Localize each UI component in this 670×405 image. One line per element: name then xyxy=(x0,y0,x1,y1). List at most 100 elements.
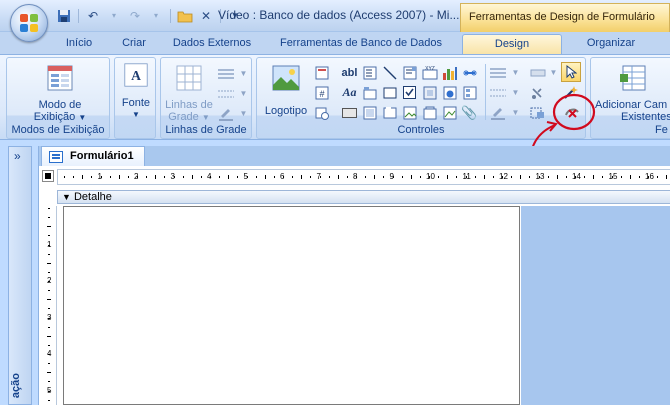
ruler-tick xyxy=(73,176,75,178)
ruler-tick xyxy=(47,226,51,228)
date-time-icon[interactable] xyxy=(313,104,330,121)
chevron-down-icon[interactable]: ▼ xyxy=(507,64,524,81)
navigation-pane[interactable]: » ação xyxy=(8,146,32,405)
expand-nav-pane-icon[interactable]: » xyxy=(14,149,21,163)
chevron-down-icon: ▼ xyxy=(78,113,87,122)
office-button[interactable] xyxy=(10,4,48,42)
app-title: Vídeo : Banco de dados (Access 2007) - M… xyxy=(218,8,460,22)
ruler-tick xyxy=(374,175,376,179)
chevron-down-icon[interactable]: ▼ xyxy=(235,85,252,102)
picture-icon xyxy=(272,65,300,91)
form-selector[interactable] xyxy=(42,170,54,182)
bound-object-icon[interactable] xyxy=(441,104,458,121)
group-views: Modo de Exibição ▼ Modos de Exibição xyxy=(6,57,110,139)
ruler-tick xyxy=(483,175,485,179)
ruler-tick xyxy=(48,308,50,310)
redo-dropdown-icon[interactable]: ▾ xyxy=(147,7,165,24)
check-box-icon[interactable] xyxy=(401,84,418,101)
option-group-icon[interactable] xyxy=(381,104,398,121)
open-folder-icon[interactable] xyxy=(176,7,194,24)
document-tab[interactable]: Formulário1 xyxy=(41,146,145,166)
insert-chart-icon[interactable] xyxy=(441,64,458,81)
web-browser-icon[interactable] xyxy=(441,84,458,101)
quick-access-toolbar: ↶ ▾ ↷ ▾ ✕ ▼ xyxy=(55,7,244,24)
tab-control-icon[interactable] xyxy=(361,84,378,101)
gridlines-button[interactable]: Linhas de Grade ▼ xyxy=(163,63,215,124)
ruler-number: 5 xyxy=(47,385,52,395)
tab-criar[interactable]: Criar xyxy=(110,34,158,54)
subform-icon[interactable] xyxy=(361,104,378,121)
ruler-number: 9 xyxy=(389,172,394,181)
ruler-tick xyxy=(48,235,50,237)
chevron-down-icon[interactable]: ▼ xyxy=(235,65,252,82)
ruler-tick xyxy=(48,344,50,346)
ruler-number: 6 xyxy=(280,172,285,181)
label-icon[interactable]: Aa xyxy=(341,84,358,101)
list-box-icon[interactable] xyxy=(361,64,378,81)
navigation-control-icon[interactable] xyxy=(461,84,478,101)
ruler-tick xyxy=(447,175,449,179)
ruler-tick xyxy=(328,176,330,178)
detail-section-canvas[interactable] xyxy=(63,206,520,405)
font-button[interactable]: A Fonte ▼ xyxy=(118,63,154,121)
outside-form-area xyxy=(521,206,670,405)
special-effect-icon[interactable] xyxy=(529,64,546,81)
hyperlink-icon[interactable] xyxy=(461,64,478,81)
undo-dropdown-icon[interactable]: ▾ xyxy=(105,7,123,24)
ruler-tick xyxy=(264,175,266,179)
ruler-tick xyxy=(401,176,403,178)
tab-organizar[interactable]: Organizar xyxy=(566,34,656,54)
close-icon[interactable]: ✕ xyxy=(197,7,215,24)
tab-ferramentas-banco-dados[interactable]: Ferramentas de Banco de Dados xyxy=(266,34,456,54)
save-icon[interactable] xyxy=(55,7,73,24)
ruler-number: 3 xyxy=(170,172,175,181)
ruler-tick xyxy=(47,299,51,301)
redo-icon[interactable]: ↷ xyxy=(126,7,144,24)
tab-inicio[interactable]: Início xyxy=(50,34,108,54)
horizontal-ruler[interactable]: 1 2 3 4 5 6 7 8 9 10 11 12 13 14 15 16 xyxy=(57,169,670,185)
line-thickness-icon[interactable] xyxy=(489,64,506,81)
group-fields: Adicionar Cam Existentes Fe xyxy=(590,57,670,139)
line-type-icon[interactable] xyxy=(217,85,234,102)
ruler-tick xyxy=(164,176,166,178)
toggle-button-icon[interactable] xyxy=(421,84,438,101)
line-color-icon[interactable] xyxy=(489,104,506,121)
form-icon xyxy=(49,151,63,163)
undo-icon[interactable]: ↶ xyxy=(84,7,102,24)
rectangle-icon[interactable] xyxy=(381,84,398,101)
section-bar-detail[interactable]: ▼ Detalhe xyxy=(57,190,670,204)
button-control-icon[interactable] xyxy=(341,104,358,121)
vertical-ruler[interactable]: 1 2 3 4 5 xyxy=(43,206,57,405)
combo-box-icon[interactable] xyxy=(401,64,418,81)
ruler-number: 8 xyxy=(353,172,358,181)
attachment-icon[interactable]: 📎 xyxy=(461,104,478,121)
ruler-tick xyxy=(155,175,157,179)
ruler-number: 14 xyxy=(572,172,581,181)
title-control-icon[interactable] xyxy=(313,64,330,81)
chevron-down-icon[interactable]: ▼ xyxy=(235,105,252,122)
textbox-icon[interactable]: abl xyxy=(341,64,358,81)
line-type-icon[interactable] xyxy=(489,84,506,101)
logo-button[interactable]: Logotipo xyxy=(261,63,311,117)
ruler-tick xyxy=(511,176,513,178)
chevron-down-icon[interactable]: ▼ xyxy=(545,64,562,81)
view-mode-button[interactable]: Modo de Exibição ▼ xyxy=(31,63,89,124)
ruler-tick xyxy=(48,326,50,328)
ruler-tick xyxy=(346,176,348,178)
line-thickness-icon[interactable] xyxy=(217,65,234,82)
line-icon[interactable] xyxy=(381,64,398,81)
tab-design[interactable]: Design xyxy=(462,34,562,54)
add-existing-fields-button[interactable]: Adicionar Cam Existentes xyxy=(595,63,670,123)
select-pointer-button[interactable] xyxy=(561,62,581,82)
tab-dados-externos[interactable]: Dados Externos xyxy=(162,34,262,54)
line-color-icon[interactable] xyxy=(217,105,234,122)
image-control-icon[interactable] xyxy=(401,104,418,121)
ruler-tick xyxy=(529,176,531,178)
ruler-tick xyxy=(82,175,84,179)
ruler-tick xyxy=(520,175,522,179)
ruler-number: 2 xyxy=(47,276,52,285)
page-number-icon[interactable]: # xyxy=(313,84,330,101)
xyz-chart-icon[interactable]: XYZ xyxy=(421,64,438,81)
unbound-object-icon[interactable] xyxy=(421,104,438,121)
ruler-number: 3 xyxy=(47,312,52,322)
